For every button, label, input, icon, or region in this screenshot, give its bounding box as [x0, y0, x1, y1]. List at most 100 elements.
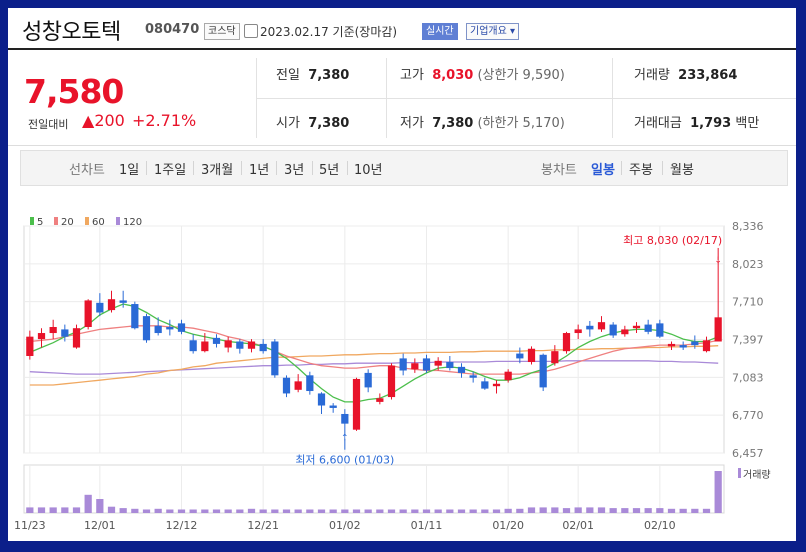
day-low: 저가 7,380 (하한가 5,170): [400, 116, 565, 131]
divider: [276, 161, 277, 175]
period-1y[interactable]: 1년: [249, 159, 269, 178]
candle-body: [516, 353, 524, 359]
candle-body: [667, 343, 676, 347]
legend-label: 60: [92, 217, 105, 228]
volume-bar: [61, 507, 69, 513]
candle-body: [481, 381, 489, 389]
candle-body: [236, 341, 244, 349]
candle-body: [96, 302, 104, 313]
candle-body: [469, 375, 477, 378]
volume-bar: [457, 509, 466, 513]
high-arrowhead: ↓: [714, 256, 722, 266]
candle-body: [492, 383, 501, 387]
period-5y[interactable]: 5년: [319, 159, 339, 178]
volume-bar: [691, 508, 699, 513]
divider: [347, 161, 348, 175]
candle-body: [364, 372, 372, 388]
stock-widget: 성창오토텍 080470 코스닥 2023.02.17 기준(장마감) 실시간 …: [8, 8, 796, 541]
candle-body: [562, 333, 571, 352]
volume-legend-label: 거래량: [743, 469, 771, 481]
candle-daily[interactable]: 일봉: [591, 159, 615, 178]
volume-bar: [399, 509, 407, 513]
legend-label: 5: [37, 217, 43, 228]
y-tick-label: 7,710: [732, 296, 764, 309]
divider: [256, 98, 796, 99]
candle-weekly[interactable]: 주봉: [629, 159, 653, 178]
candle-body: [434, 360, 442, 366]
divider: [662, 161, 663, 175]
volume-bar: [212, 509, 221, 513]
candle-body: [376, 398, 384, 402]
company-info-dropdown[interactable]: 기업개요 ▾: [466, 23, 520, 40]
candle-body: [294, 381, 302, 390]
candle-body: [679, 345, 687, 348]
candle-body: [702, 340, 711, 352]
candle-body: [539, 354, 547, 388]
candle-body: [399, 358, 407, 371]
candle-body: [422, 358, 431, 371]
candle-body: [714, 317, 722, 342]
volume-bar: [597, 507, 606, 513]
change-label: 전일대비: [28, 118, 69, 131]
period-1d[interactable]: 1일: [119, 159, 139, 178]
volume-bar: [317, 509, 326, 513]
stock-name[interactable]: 성창오토텍: [22, 14, 121, 46]
candle-body: [212, 337, 221, 344]
candle-monthly[interactable]: 월봉: [670, 159, 694, 178]
x-tick-label: 12/01: [84, 519, 116, 532]
y-tick-label: 8,336: [732, 220, 764, 233]
volume-bar: [107, 506, 116, 513]
trade-amount: 거래대금 1,793 백만: [634, 116, 760, 131]
divider: [193, 161, 194, 175]
candle-chart-label: 봉차트: [541, 163, 577, 178]
volume-bar: [177, 509, 186, 513]
period-3y[interactable]: 3년: [284, 159, 304, 178]
candle-body: [142, 316, 151, 341]
candle-body: [504, 371, 512, 381]
period-1w[interactable]: 1주일: [154, 159, 186, 178]
candle-body: [224, 340, 232, 348]
y-tick-label: 8,023: [732, 258, 764, 271]
volume-bar: [702, 508, 711, 513]
volume-bar: [201, 509, 209, 513]
volume-bar: [49, 507, 57, 513]
volume-bar: [119, 508, 127, 513]
market-badge: 코스닥: [204, 23, 240, 40]
volume-bar: [259, 509, 267, 513]
candle-body: [446, 362, 454, 369]
candle-body: [119, 300, 127, 303]
volume-bar: [539, 507, 547, 513]
volume-bar: [271, 509, 279, 513]
volume-bar: [142, 509, 151, 513]
candle-body: [352, 378, 361, 430]
y-tick-label: 6,457: [732, 447, 764, 460]
realtime-button[interactable]: 실시간: [422, 23, 458, 40]
high-annotation: 최고 8,030 (02/17): [623, 234, 722, 247]
volume-bar: [434, 509, 442, 513]
candle-body: [61, 329, 69, 337]
stock-chart[interactable]: 8,336 8,023 7,710 7,397 7,083 6,770 6,457 11/23…: [8, 188, 796, 541]
volume-bar: [574, 507, 582, 513]
x-tick-label: 01/02: [329, 519, 361, 532]
candle-body: [329, 405, 337, 408]
volume-bar: [294, 509, 302, 513]
volume-bar: [446, 509, 454, 513]
volume-bar: [189, 509, 197, 513]
candle-body: [177, 323, 186, 332]
volume-bar: [37, 507, 46, 513]
legend-swatch: [116, 217, 120, 225]
volume-bar: [562, 508, 571, 513]
period-3m[interactable]: 3개월: [201, 159, 233, 178]
legend-label: 20: [61, 217, 74, 228]
candle-body: [306, 375, 314, 392]
volume-bar: [84, 494, 92, 513]
change-percent: +2.71%: [132, 111, 197, 130]
y-tick-label: 6,770: [732, 409, 764, 422]
candle-body: [621, 329, 629, 335]
price-summary: 7,580 전일대비 ▲200 +2.71% 전일 7,380 고가 8,030…: [8, 50, 796, 146]
calendar-icon: [244, 24, 258, 38]
candle-body: [189, 340, 197, 352]
candle-body: [26, 336, 34, 356]
candle-body: [597, 322, 606, 330]
period-10y[interactable]: 10년: [354, 159, 383, 178]
